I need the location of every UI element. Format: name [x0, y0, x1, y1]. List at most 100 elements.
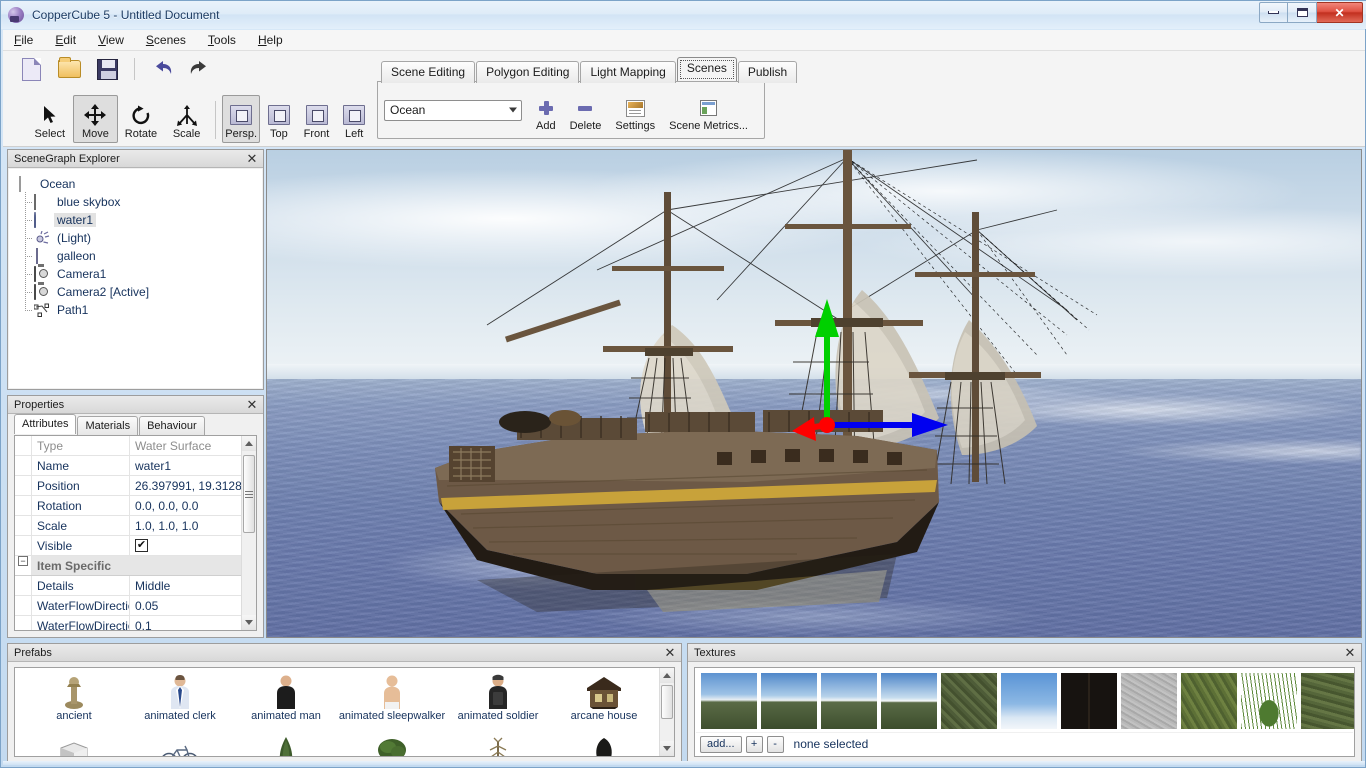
collapse-group-icon[interactable]: − — [18, 556, 28, 566]
delete-scene-button[interactable]: Delete — [570, 87, 602, 133]
menu-scenes[interactable]: Scenes — [135, 30, 197, 50]
new-document-button[interactable] — [17, 55, 45, 83]
prefab-item-dark-bush[interactable] — [551, 734, 657, 757]
table-row[interactable]: Type Water Surface — [15, 436, 256, 456]
tree-item-camera2[interactable]: Camera2 [Active] — [17, 283, 262, 301]
property-group-header[interactable]: − Item Specific — [15, 556, 256, 576]
add-scene-button[interactable]: Add — [536, 87, 556, 133]
prefabs-scroll-up-button[interactable] — [660, 668, 674, 683]
prop-value-details[interactable]: Middle — [130, 576, 256, 595]
prop-value-name[interactable]: water1 — [130, 456, 256, 475]
texture-item[interactable] — [1181, 673, 1237, 729]
tab-scene-editing[interactable]: Scene Editing — [381, 61, 475, 83]
minimize-button[interactable] — [1259, 2, 1288, 23]
scenegraph-close-icon[interactable]: ✕ — [245, 152, 259, 166]
left-view-button[interactable]: Left — [335, 95, 373, 143]
tab-behaviour[interactable]: Behaviour — [139, 416, 205, 435]
prefabs-scroll-down-button[interactable] — [660, 741, 674, 756]
prefab-item-bicycle[interactable] — [127, 734, 233, 757]
textures-list[interactable]: add... + - none selected — [694, 667, 1355, 757]
tab-publish[interactable]: Publish — [738, 61, 797, 83]
scenegraph-tree[interactable]: Ocean blue skybox water1 — [9, 169, 262, 388]
prefab-item-animated-sleepwalker[interactable]: animated sleepwalker — [339, 673, 445, 722]
table-row[interactable]: Rotation 0.0, 0.0, 0.0 — [15, 496, 256, 516]
prop-value-position[interactable]: 26.397991, 19.3128. — [130, 476, 256, 495]
scale-tool-button[interactable]: Scale — [164, 95, 210, 143]
menu-file[interactable]: File — [3, 30, 44, 50]
tab-light-mapping[interactable]: Light Mapping — [580, 61, 675, 83]
texture-item[interactable] — [1241, 673, 1297, 729]
table-row[interactable]: Position 26.397991, 19.3128. — [15, 476, 256, 496]
galleon-model[interactable] — [417, 150, 1117, 620]
menu-edit[interactable]: Edit — [44, 30, 87, 50]
tree-item-camera1[interactable]: Camera1 — [17, 265, 262, 283]
scene-settings-button[interactable]: Settings — [615, 87, 655, 133]
prefab-item-animated-man[interactable]: animated man — [233, 673, 339, 722]
table-row[interactable]: WaterFlowDirectio 0.05 — [15, 596, 256, 616]
tab-polygon-editing[interactable]: Polygon Editing — [476, 61, 579, 83]
texture-item[interactable] — [1301, 673, 1355, 729]
prefab-item-animated-soldier[interactable]: animated soldier — [445, 673, 551, 722]
texture-item[interactable] — [1121, 673, 1177, 729]
prefab-item-arcane-house[interactable]: arcane house — [551, 673, 657, 722]
prefab-item-ancient[interactable]: ancient — [21, 673, 127, 722]
table-row[interactable]: Scale 1.0, 1.0, 1.0 — [15, 516, 256, 536]
move-tool-button[interactable]: Move — [73, 95, 119, 143]
tree-item-ocean[interactable]: Ocean — [17, 175, 262, 193]
close-button[interactable]: ✕ — [1317, 2, 1363, 23]
tree-item-water1[interactable]: water1 — [17, 211, 262, 229]
menu-tools[interactable]: Tools — [197, 30, 247, 50]
menu-view[interactable]: View — [87, 30, 135, 50]
scene-dropdown[interactable]: Ocean — [384, 100, 522, 121]
save-document-button[interactable] — [93, 55, 121, 83]
table-row[interactable]: Details Middle — [15, 576, 256, 596]
add-texture-button[interactable]: add... — [700, 736, 742, 753]
front-view-button[interactable]: Front — [298, 95, 336, 143]
open-document-button[interactable] — [55, 55, 83, 83]
scroll-down-button[interactable] — [242, 615, 256, 630]
tree-item-path1[interactable]: Path1 — [17, 301, 262, 319]
rotate-tool-button[interactable]: Rotate — [118, 95, 164, 143]
scrollbar-thumb[interactable] — [243, 455, 255, 533]
prefab-item-broad-tree[interactable] — [339, 734, 445, 757]
table-row[interactable]: Visible ✔ — [15, 536, 256, 556]
texture-item[interactable] — [881, 673, 937, 729]
3d-viewport[interactable] — [266, 149, 1362, 638]
tab-scenes[interactable]: Scenes — [677, 57, 737, 81]
prefabs-close-icon[interactable]: ✕ — [663, 646, 677, 660]
move-gizmo[interactable] — [792, 285, 952, 460]
texture-item[interactable] — [1001, 673, 1057, 729]
menu-help[interactable]: Help — [247, 30, 294, 50]
persp-view-button[interactable]: Persp. — [222, 95, 260, 143]
table-row[interactable]: Name water1 — [15, 456, 256, 476]
prefabs-scrollbar[interactable] — [659, 668, 674, 756]
prefab-item-fir-tree[interactable] — [233, 734, 339, 757]
top-view-button[interactable]: Top — [260, 95, 298, 143]
prefab-item-bin[interactable] — [21, 734, 127, 757]
tree-item-galleon[interactable]: galleon — [17, 247, 262, 265]
prefab-item-animated-clerk[interactable]: animated clerk — [127, 673, 233, 722]
prop-value-scale[interactable]: 1.0, 1.0, 1.0 — [130, 516, 256, 535]
tree-item-light[interactable]: (Light) — [17, 229, 262, 247]
select-tool-button[interactable]: Select — [27, 95, 73, 143]
redo-button[interactable] — [186, 55, 214, 83]
tree-item-blue-skybox[interactable]: blue skybox — [17, 193, 262, 211]
prop-value-waterflow-1[interactable]: 0.05 — [130, 596, 256, 615]
tab-materials[interactable]: Materials — [77, 416, 138, 435]
undo-button[interactable] — [148, 55, 176, 83]
prop-value-rotation[interactable]: 0.0, 0.0, 0.0 — [130, 496, 256, 515]
properties-close-icon[interactable]: ✕ — [245, 398, 259, 412]
texture-item[interactable] — [761, 673, 817, 729]
table-row[interactable]: WaterFlowDirectio 0.1 — [15, 616, 256, 631]
texture-minus-button[interactable]: - — [767, 736, 784, 753]
texture-plus-button[interactable]: + — [746, 736, 763, 753]
texture-item[interactable] — [941, 673, 997, 729]
scene-metrics-button[interactable]: Scene Metrics... — [669, 87, 748, 133]
textures-close-icon[interactable]: ✕ — [1343, 646, 1357, 660]
prefabs-scrollbar-thumb[interactable] — [661, 685, 673, 719]
texture-item[interactable] — [701, 673, 757, 729]
prefab-item-thin-tree[interactable] — [445, 734, 551, 757]
texture-item[interactable] — [821, 673, 877, 729]
scroll-up-button[interactable] — [242, 436, 256, 451]
maximize-button[interactable] — [1288, 2, 1317, 23]
